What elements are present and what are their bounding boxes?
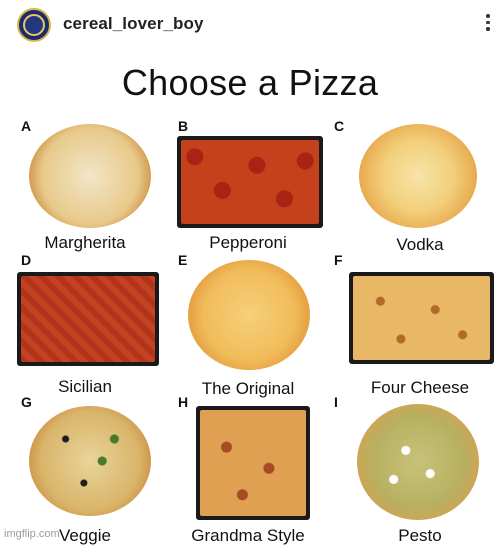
pizza-name-the-original: The Original: [201, 379, 295, 398]
sicilian-sauce: [21, 276, 155, 362]
pepperoni-toppings: [181, 140, 319, 224]
four-cheese-top: [353, 276, 490, 360]
option-letter-f: F: [334, 252, 343, 268]
pizza-image-vodka[interactable]: [359, 124, 477, 228]
more-options-icon[interactable]: [484, 12, 492, 36]
avatar-badge-icon: [23, 14, 45, 36]
pizza-image-margherita[interactable]: [29, 124, 151, 228]
option-letter-a: A: [21, 118, 32, 134]
watermark: imgflip.com: [4, 528, 60, 540]
avatar[interactable]: [17, 8, 51, 42]
pizza-image-the-original[interactable]: [188, 260, 310, 370]
page-title: Choose a Pizza: [121, 62, 379, 103]
option-letter-g: G: [21, 394, 32, 410]
option-letter-i: I: [334, 394, 338, 410]
pizza-name-four-cheese: Four Cheese: [370, 378, 470, 397]
option-letter-e: E: [178, 252, 188, 268]
pizza-name-vodka: Vodka: [396, 235, 444, 254]
pizza-name-pepperoni: Pepperoni: [209, 233, 287, 252]
pizza-name-pesto: Pesto: [398, 526, 442, 545]
pizza-name-grandma-style: Grandma Style: [191, 526, 305, 545]
username[interactable]: cereal_lover_boy: [63, 14, 204, 34]
pizza-name-margherita: Margherita: [44, 233, 126, 252]
option-letter-c: C: [334, 118, 345, 134]
pizza-image-pesto[interactable]: [357, 404, 479, 520]
grandma-top: [200, 410, 306, 516]
option-letter-h: H: [178, 394, 189, 410]
post-header: cereal_lover_boy: [0, 0, 500, 50]
pizza-image-veggie[interactable]: [29, 406, 151, 516]
option-letter-d: D: [21, 252, 32, 268]
option-letter-b: B: [178, 118, 189, 134]
